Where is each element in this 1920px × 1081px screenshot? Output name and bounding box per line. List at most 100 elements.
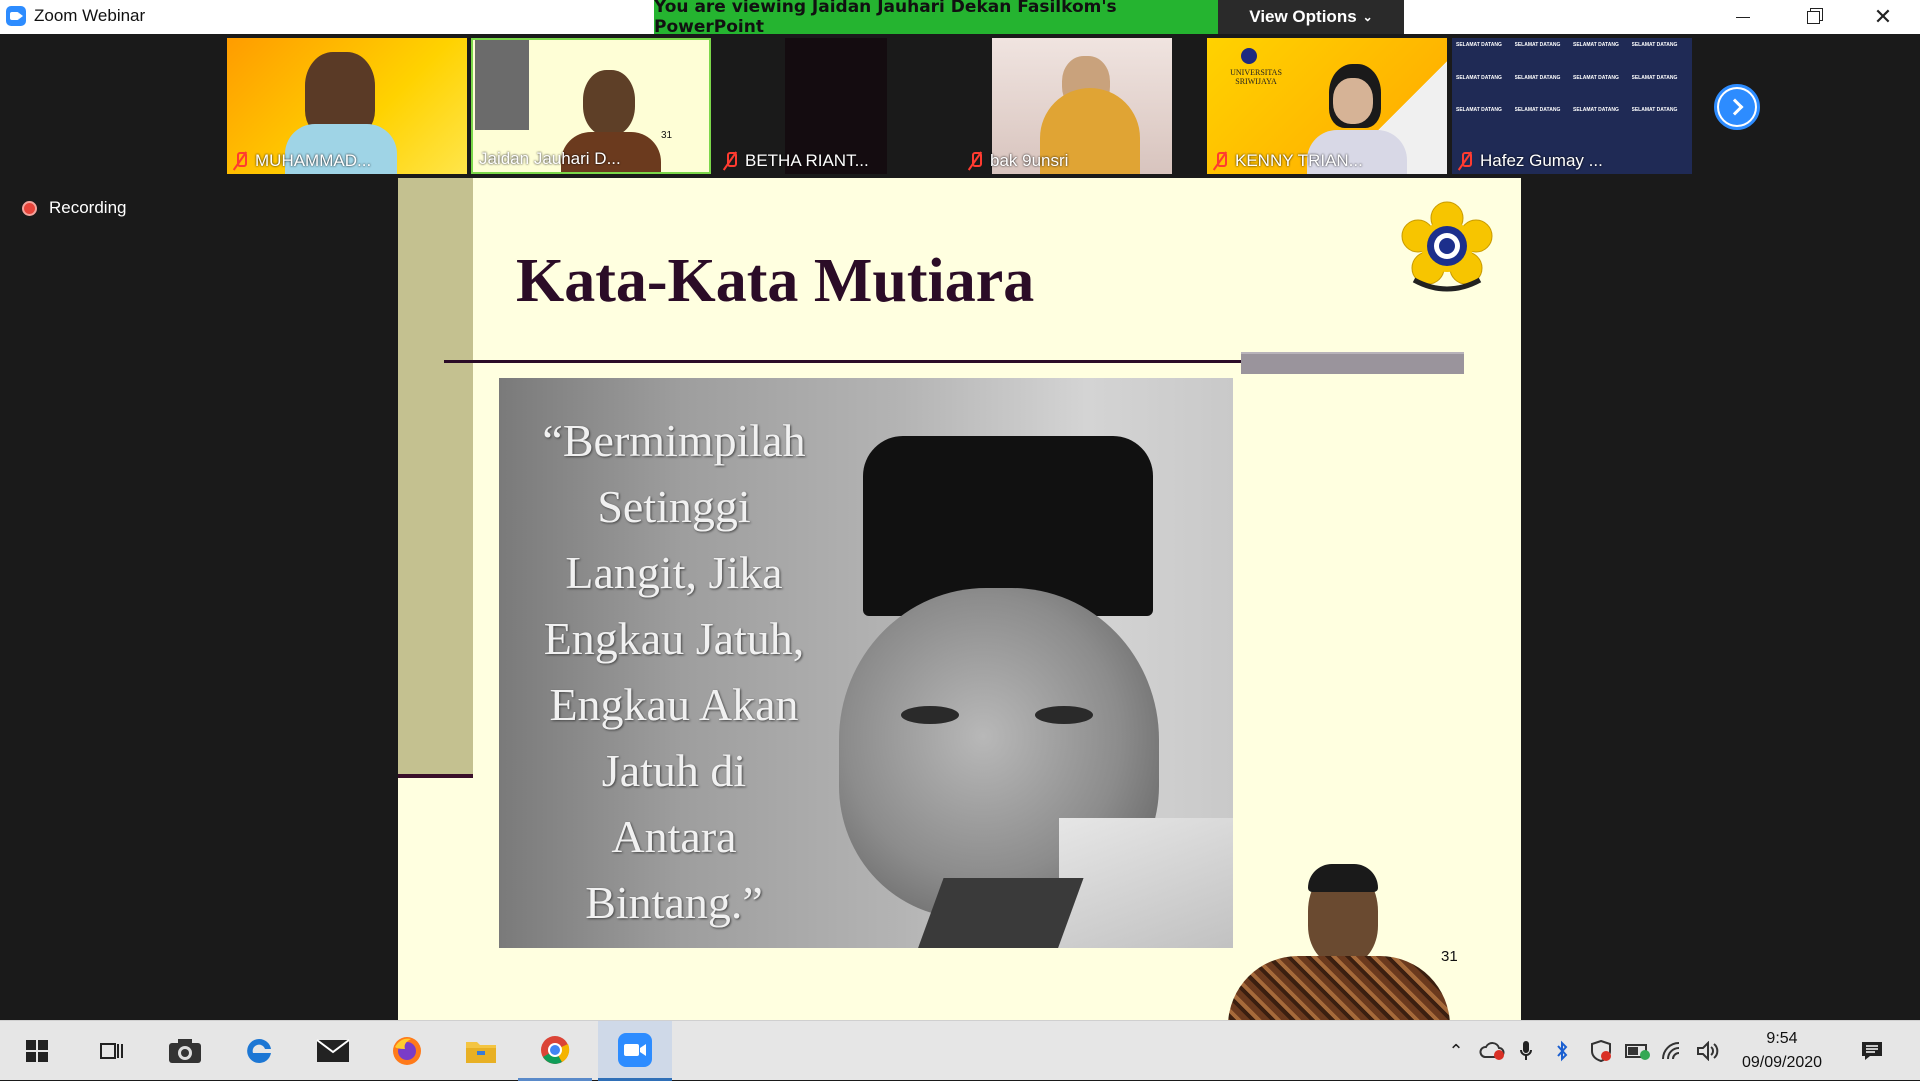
mic-muted-icon [1213, 152, 1227, 170]
cloud-status-icon[interactable] [1478, 1039, 1506, 1063]
university-logo-icon [1401, 201, 1493, 292]
participant-tile[interactable]: 31 Jaidan Jauhari D... [471, 38, 711, 174]
portrait-jacket [914, 878, 1084, 948]
slide-side-line [398, 774, 473, 778]
start-button[interactable] [0, 1021, 74, 1081]
window-title: Zoom Webinar [34, 6, 146, 25]
taskbar: ⌃ 9:54 09/09/2020 [0, 1020, 1920, 1081]
quote-line: Antara [611, 811, 737, 862]
mic-muted-icon [723, 152, 737, 170]
camera-icon [169, 1039, 201, 1063]
tile-banner-text: UNIVERSITAS SRIWIJAYA [1230, 68, 1282, 86]
welcome-text: SELAMAT DATANG [1631, 74, 1678, 81]
slide-title-rule [444, 360, 1248, 363]
slide-title: Kata-Kata Mutiara [516, 247, 1035, 315]
presenter-video [1228, 844, 1450, 1020]
participant-tile[interactable]: MUHAMMAD... [227, 38, 467, 174]
notification-icon [1862, 1042, 1882, 1060]
chevron-down-icon: ⌄ [1362, 10, 1373, 24]
participant-tile[interactable]: UNIVERSITAS SRIWIJAYA KENNY TRIAN... [1207, 38, 1447, 174]
recording-label: Recording [49, 198, 127, 217]
participant-tile[interactable]: bak 9unsri [962, 38, 1202, 174]
clock-date: 09/09/2020 [1741, 1054, 1823, 1071]
quote-line: “Bermimpilah [542, 415, 806, 466]
participant-name: MUHAMMAD... [255, 151, 372, 170]
welcome-text: SELAMAT DATANG [1514, 42, 1561, 48]
slide-number-badge: 31 [661, 130, 673, 141]
welcome-text: SELAMAT DATANG [1573, 107, 1619, 113]
chrome-icon [541, 1035, 570, 1064]
app-title: Zoom Webinar [6, 6, 145, 26]
zoom-taskbar-button[interactable] [598, 1021, 672, 1081]
participant-label: KENNY TRIAN... [1213, 151, 1363, 171]
chevron-right-icon [1719, 89, 1755, 125]
quote-line: Setinggi [597, 481, 751, 532]
recording-dot-icon [22, 200, 37, 216]
restore-icon [1806, 10, 1820, 24]
participant-video [1333, 78, 1373, 124]
title-bar: Zoom Webinar You are viewing Jaidan Jauh… [0, 0, 1920, 37]
windows-icon [26, 1040, 48, 1062]
viewing-banner: You are viewing Jaidan Jauhari Dekan Fas… [654, 0, 1218, 37]
wifi-icon[interactable] [1660, 1039, 1686, 1063]
mic-muted-icon [968, 152, 982, 170]
show-hidden-icons-button[interactable]: ⌃ [1444, 1039, 1468, 1063]
participant-tile[interactable]: BETHA RIANT... [717, 38, 957, 174]
welcome-text: SELAMAT DATANG [1573, 74, 1619, 81]
welcome-text: SELAMAT DATANG [1514, 74, 1561, 81]
quote-line: Jatuh di [601, 745, 747, 796]
participant-name: bak 9unsri [990, 151, 1069, 170]
bluetooth-icon[interactable] [1552, 1039, 1572, 1063]
camera-app-button[interactable] [148, 1021, 222, 1081]
portrait-eye [901, 706, 959, 724]
quote-line: Bintang.” [585, 877, 763, 928]
mic-muted-icon [1458, 152, 1472, 170]
edge-browser-button[interactable] [222, 1021, 296, 1081]
slide-accent-bar [1241, 352, 1464, 374]
participant-video [583, 70, 635, 136]
battery-icon[interactable] [1624, 1039, 1652, 1063]
volume-icon[interactable] [1694, 1039, 1722, 1063]
mic-muted-icon [233, 152, 247, 170]
view-options-label: View Options [1249, 7, 1357, 26]
participant-label: Jaidan Jauhari D... [479, 149, 621, 169]
task-view-icon [100, 1043, 123, 1059]
view-options-button[interactable]: View Options ⌄ [1218, 0, 1404, 34]
minimize-button[interactable] [1708, 0, 1778, 34]
taskbar-clock[interactable]: 9:54 09/09/2020 [1730, 1027, 1834, 1075]
welcome-text: SELAMAT DATANG [1456, 107, 1502, 113]
security-icon[interactable] [1588, 1039, 1614, 1063]
welcome-text: SELAMAT DATANG [1514, 107, 1561, 113]
firefox-button[interactable] [370, 1021, 444, 1081]
action-center-button[interactable] [1852, 1039, 1892, 1063]
participant-name: Jaidan Jauhari D... [479, 149, 621, 168]
mail-app-button[interactable] [296, 1021, 370, 1081]
chevron-up-icon: ⌃ [1448, 1040, 1464, 1061]
clock-time: 9:54 [1766, 1030, 1798, 1047]
quote-text: “Bermimpilah Setinggi Langit, Jika Engka… [499, 408, 849, 936]
file-explorer-button[interactable] [444, 1021, 518, 1081]
close-icon: ✕ [1873, 4, 1893, 29]
participant-name: BETHA RIANT... [745, 151, 869, 170]
shared-slide: Kata-Kata Mutiara “Bermimpilah Setinggi … [398, 178, 1521, 1020]
quote-image: “Bermimpilah Setinggi Langit, Jika Engka… [499, 378, 1233, 948]
close-button[interactable]: ✕ [1848, 0, 1918, 34]
presenter-body [1228, 956, 1450, 1020]
participant-label: BETHA RIANT... [723, 151, 869, 171]
welcome-text: SELAMAT DATANG [1456, 74, 1502, 81]
recording-indicator[interactable]: Recording [22, 198, 127, 218]
slide-number: 31 [1441, 948, 1458, 965]
minimize-icon [1736, 16, 1750, 18]
microphone-icon[interactable] [1516, 1039, 1536, 1063]
firefox-icon [393, 1037, 421, 1065]
welcome-text: SELAMAT DATANG [1573, 42, 1619, 48]
participant-tile[interactable]: SELAMAT DATANG SELAMAT DATANG SELAMAT DA… [1452, 38, 1692, 174]
task-view-button[interactable] [74, 1021, 148, 1081]
participant-name: Hafez Gumay ... [1480, 151, 1603, 170]
participant-label: bak 9unsri [968, 151, 1068, 171]
chrome-button[interactable] [518, 1021, 592, 1081]
welcome-text: SELAMAT DATANG [1456, 42, 1502, 48]
participant-label: MUHAMMAD... [233, 151, 371, 171]
restore-button[interactable] [1778, 0, 1848, 34]
next-participants-button[interactable] [1714, 84, 1760, 130]
